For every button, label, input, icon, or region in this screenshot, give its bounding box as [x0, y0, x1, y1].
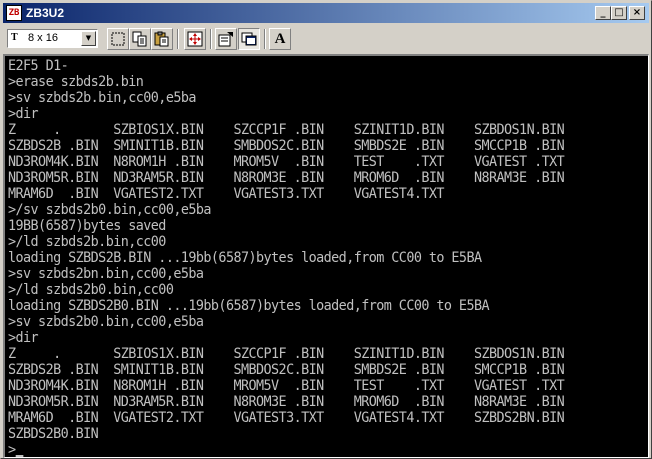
background-button[interactable] — [238, 28, 260, 50]
select-icon — [111, 32, 125, 46]
toolbar-separator — [264, 29, 266, 49]
minimize-button[interactable]: _ — [595, 6, 611, 20]
title-bar[interactable]: ZB ZB3U2 _ □ × — [3, 3, 649, 23]
console-line: >erase szbds2b.bin — [8, 74, 144, 90]
console-line: ND3ROM5R.BIN ND3RAM5R.BIN N8ROM3E .BIN M… — [8, 394, 565, 410]
properties-icon — [218, 32, 233, 47]
console-line: >sv szbds2b0.bin,cc00,e5ba — [8, 314, 204, 330]
console-line: >dir — [8, 106, 39, 122]
copy-icon — [132, 31, 147, 47]
console-prompt: > — [8, 442, 16, 458]
fullscreen-icon — [187, 31, 203, 47]
paste-icon — [154, 31, 169, 47]
properties-button[interactable] — [215, 28, 237, 50]
console-line: >sv szbds2b.bin,cc00,e5ba — [8, 90, 196, 106]
font-size-value: 8 x 16 — [28, 32, 58, 44]
app-icon-text: ZB — [8, 8, 20, 18]
app-window: ZB ZB3U2 _ □ × T 8 x 16 ▼ A E2F5 D1- >er… — [0, 0, 652, 459]
select-button[interactable] — [107, 28, 129, 50]
console-line: E2F5 D1- — [8, 58, 69, 74]
font-button[interactable]: A — [269, 28, 291, 50]
text-cursor — [15, 455, 24, 457]
toolbar-separator — [210, 29, 212, 49]
console-line: loading SZBDS2B0.BIN ...19bb(6587)bytes … — [8, 298, 490, 314]
console-line: >/sv szbds2b0.bin,cc00,e5ba — [8, 202, 212, 218]
console-line: SZBDS2B0.BIN — [8, 426, 99, 442]
console-line: ND3ROM4K.BIN N8ROM1H .BIN MROM5V .BIN TE… — [8, 154, 565, 170]
close-button[interactable]: × — [629, 6, 645, 20]
copy-button[interactable] — [129, 28, 151, 50]
console-line: Z . SZBIOS1X.BIN SZCCP1F .BIN SZINIT1D.B… — [8, 346, 565, 362]
console-line: ND3ROM5R.BIN ND3RAM5R.BIN N8ROM3E .BIN M… — [8, 170, 565, 186]
console-line: SZBDS2B .BIN SMINIT1B.BIN SMBDOS2C.BIN S… — [8, 138, 565, 154]
console-line: loading SZBDS2B.BIN ...19bb(6587)bytes l… — [8, 250, 482, 266]
background-icon — [241, 32, 257, 46]
app-icon[interactable]: ZB — [6, 5, 22, 21]
console-line: >/ld szbds2b0.bin,cc00 — [8, 282, 174, 298]
chevron-down-icon[interactable]: ▼ — [81, 31, 96, 46]
toolbar: T 8 x 16 ▼ A — [3, 25, 649, 53]
console-line: ND3ROM4K.BIN N8ROM1H .BIN MROM5V .BIN TE… — [8, 378, 565, 394]
console-line: MRAM6D .BIN VGATEST2.TXT VGATEST3.TXT VG… — [8, 186, 444, 202]
font-size-select[interactable]: T 8 x 16 ▼ — [7, 29, 98, 48]
console-lines: E2F5 D1- >erase szbds2b.bin >sv szbds2b.bi… — [8, 58, 587, 458]
console-output[interactable]: E2F5 D1- >erase szbds2b.bin >sv szbds2b.bi… — [3, 54, 649, 458]
console-line: Z . SZBIOS1X.BIN SZCCP1F .BIN SZINIT1D.B… — [8, 122, 565, 138]
toolbar-separator — [177, 29, 179, 49]
fullscreen-button[interactable] — [184, 28, 206, 50]
console-line: SZBDS2B .BIN SMINIT1B.BIN SMBDOS2C.BIN S… — [8, 362, 565, 378]
paste-button[interactable] — [151, 28, 173, 50]
console-line: >/ld szbds2b.bin,cc00 — [8, 234, 166, 250]
maximize-button[interactable]: □ — [611, 6, 627, 20]
console-line: 19BB(6587)bytes saved — [8, 218, 166, 234]
font-icon: A — [274, 30, 286, 47]
console-line: >sv szbds2bn.bin,cc00,e5ba — [8, 266, 204, 282]
window-title: ZB3U2 — [26, 6, 65, 20]
console-line: >dir — [8, 330, 39, 346]
truetype-icon: T — [11, 32, 18, 43]
console-line: MRAM6D .BIN VGATEST2.TXT VGATEST3.TXT VG… — [8, 410, 565, 426]
console-prompt-line: > — [8, 442, 564, 458]
